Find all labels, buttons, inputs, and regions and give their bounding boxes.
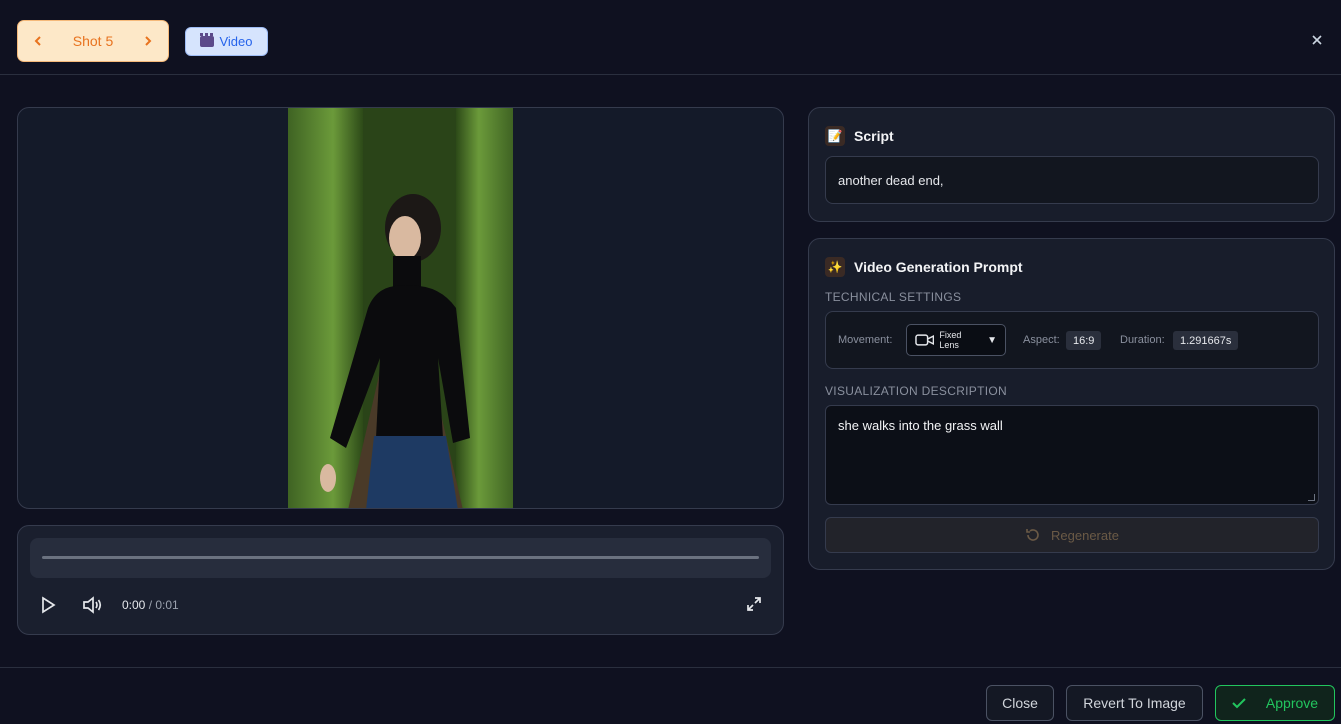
script-text: another dead end, [825, 156, 1319, 204]
shot-label: Shot 5 [72, 33, 114, 49]
script-card: 📝 Script another dead end, [808, 107, 1335, 222]
duration-value: 1.291667s [1173, 331, 1239, 350]
approve-button-label: Approve [1265, 695, 1319, 711]
movement-value: Fixed Lens [939, 330, 962, 350]
clapperboard-icon [200, 33, 215, 47]
check-icon [1232, 698, 1246, 709]
visualization-description-input[interactable]: she walks into the grass wall [825, 405, 1319, 505]
visualization-description-label: VISUALIZATION DESCRIPTION [825, 384, 1007, 398]
sparkles-icon: ✨ [825, 257, 845, 277]
current-time: 0:00 [122, 598, 146, 612]
prompt-title: Video Generation Prompt [854, 259, 1023, 275]
close-modal-button[interactable] [1309, 32, 1325, 48]
video-camera-icon [915, 334, 935, 346]
script-title: Script [854, 128, 894, 144]
regenerate-label: Regenerate [1051, 527, 1119, 543]
volume-icon [83, 596, 102, 614]
close-button-label: Close [1002, 695, 1038, 711]
expand-icon [747, 597, 761, 611]
video-preview[interactable] [17, 107, 784, 509]
duration-label: Duration: [1120, 334, 1165, 346]
movement-select[interactable]: Fixed Lens ▼ [906, 324, 1006, 356]
close-button[interactable]: Close [986, 685, 1054, 721]
fullscreen-button[interactable] [746, 596, 762, 612]
chevron-right-icon [145, 36, 152, 46]
prompt-header: ✨ Video Generation Prompt [825, 257, 1023, 277]
technical-settings-box: Movement: Fixed Lens ▼ Aspect: 16:9 Dura… [825, 311, 1319, 369]
approve-button[interactable]: Approve [1215, 685, 1335, 721]
regenerate-button[interactable]: Regenerate [825, 517, 1319, 553]
progress-bar[interactable] [42, 556, 759, 559]
shot-navigator: Shot 5 [17, 20, 169, 62]
refresh-icon [1026, 529, 1039, 541]
aspect-label: Aspect: [1023, 334, 1060, 346]
video-frame-image [288, 108, 513, 508]
resize-handle-icon[interactable] [1308, 494, 1315, 501]
time-display: 0:00 / 0:01 [122, 598, 179, 612]
volume-button[interactable] [82, 596, 104, 614]
aspect-value: 16:9 [1066, 331, 1102, 350]
script-header: 📝 Script [825, 126, 894, 146]
technical-settings-label: TECHNICAL SETTINGS [825, 290, 962, 304]
revert-button-label: Revert To Image [1083, 695, 1186, 711]
video-frame [288, 108, 513, 508]
video-prompt-card: ✨ Video Generation Prompt TECHNICAL SETT… [808, 238, 1335, 570]
timeline-track[interactable] [30, 538, 771, 578]
close-icon [1312, 35, 1322, 45]
modal-header: Shot 5 Video [0, 0, 1341, 75]
video-type-badge: Video [185, 27, 268, 56]
modal-footer: Close Revert To Image Approve [0, 667, 1341, 724]
video-player-controls: 0:00 / 0:01 [17, 525, 784, 635]
movement-label: Movement: [838, 334, 893, 346]
play-icon [42, 596, 56, 614]
dropdown-arrow-icon: ▼ [987, 334, 997, 346]
play-button[interactable] [40, 596, 56, 614]
visualization-description-text: she walks into the grass wall [838, 418, 1003, 433]
previous-shot-button[interactable] [32, 35, 44, 47]
revert-to-image-button[interactable]: Revert To Image [1066, 685, 1203, 721]
memo-icon: 📝 [825, 126, 845, 146]
video-badge-label: Video [219, 34, 253, 49]
chevron-left-icon [34, 36, 41, 46]
next-shot-button[interactable] [142, 35, 154, 47]
duration-time: / 0:01 [148, 598, 179, 612]
